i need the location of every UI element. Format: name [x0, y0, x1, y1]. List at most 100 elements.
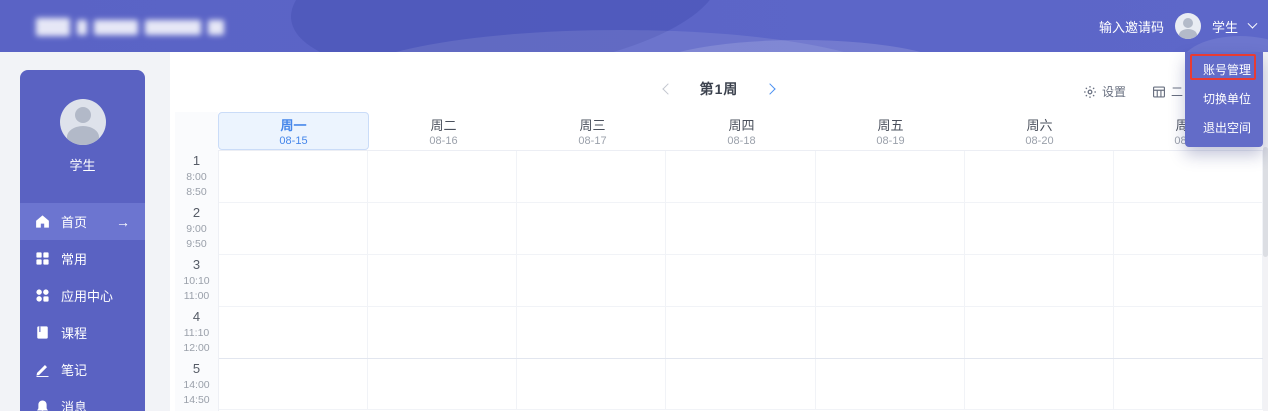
- period-label: 1 8:00 8:50: [175, 150, 218, 202]
- sidebar-item-common[interactable]: 常用: [20, 240, 145, 277]
- settings-label: 设置: [1102, 85, 1127, 99]
- sidebar-item-app-center[interactable]: 应用中心: [20, 277, 145, 314]
- day-header-monday[interactable]: 周一 08-15: [218, 112, 369, 150]
- top-bar: 输入邀请码 学生: [0, 0, 1268, 52]
- settings-button[interactable]: 设置: [1083, 83, 1126, 100]
- schedule-cell: [1114, 203, 1263, 254]
- topbar-right-group: 输入邀请码 学生: [1099, 0, 1258, 52]
- schedule-cell: [666, 255, 816, 306]
- day-name: 周五: [877, 118, 904, 133]
- schedule-cell: [219, 203, 369, 254]
- avatar-person-icon: [74, 107, 91, 123]
- period-label: 5 14:00 14:50: [175, 358, 218, 410]
- period-end: 9:50: [186, 237, 207, 250]
- day-header-tuesday[interactable]: 周二 08-16: [369, 112, 518, 150]
- schedule-cell: [965, 359, 1114, 409]
- schedule-cell: [219, 151, 369, 202]
- schedule-cell: [666, 359, 816, 409]
- arrow-right-icon: →: [116, 213, 130, 230]
- user-dropdown-menu: 账号管理 切换单位 退出空间: [1185, 52, 1263, 147]
- schedule-panel: 第1周 设置 二 周一 08-15 周二 08-16 周三 08-17 周四 0…: [170, 52, 1268, 411]
- schedule-cell: [816, 359, 965, 409]
- username-label[interactable]: 学生: [1212, 17, 1238, 36]
- period-label: 4 11:10 12:00: [175, 306, 218, 358]
- schedule-cell: [1114, 359, 1263, 409]
- schedule-cell: [816, 307, 965, 358]
- period-number: 2: [192, 205, 201, 221]
- schedule-cell: [666, 307, 816, 358]
- day-name: 周六: [1026, 118, 1053, 133]
- schedule-cell: [816, 203, 965, 254]
- day-header-thursday[interactable]: 周四 08-18: [667, 112, 816, 150]
- schedule-cell: [1114, 151, 1263, 202]
- day-header-saturday[interactable]: 周六 08-20: [965, 112, 1114, 150]
- schedule-cell: [517, 359, 667, 409]
- chevron-down-icon[interactable]: [1247, 18, 1258, 29]
- sidebar: 学生 首页 → 常用 应用中心 课程 笔记 消息: [20, 70, 145, 411]
- scrollbar[interactable]: [1263, 52, 1268, 411]
- gear-icon: [1084, 85, 1096, 98]
- sidebar-item-courses[interactable]: 课程: [20, 314, 145, 351]
- schedule-cell: [219, 307, 369, 358]
- day-name: 周二: [430, 118, 457, 133]
- sidebar-item-label: 消息: [61, 400, 88, 411]
- menu-item-account-management[interactable]: 账号管理: [1185, 56, 1263, 85]
- schedule-cell: [517, 307, 667, 358]
- user-avatar[interactable]: [1174, 13, 1201, 39]
- pen-icon: [36, 365, 49, 377]
- secondary-view-button[interactable]: 二: [1152, 83, 1183, 100]
- day-name: 周三: [579, 118, 606, 133]
- invite-code-button[interactable]: 输入邀请码: [1099, 17, 1164, 36]
- schedule-cell: [666, 203, 816, 254]
- schedule-cell: [517, 151, 667, 202]
- sidebar-item-label: 笔记: [61, 363, 88, 378]
- period-number: 4: [192, 309, 201, 325]
- schedule-cell: [517, 203, 667, 254]
- sidebar-item-label: 应用中心: [61, 289, 114, 304]
- schedule-cell: [368, 307, 518, 358]
- sidebar-item-notes[interactable]: 笔记: [20, 351, 145, 388]
- period-end: 12:00: [183, 341, 210, 354]
- day-date: 08-19: [876, 135, 905, 147]
- schedule-row: [219, 358, 1263, 410]
- sidebar-item-label: 首页: [61, 215, 88, 230]
- avatar-person-icon: [1182, 18, 1193, 28]
- day-name: 周四: [728, 118, 755, 133]
- menu-item-switch-unit[interactable]: 切换单位: [1185, 85, 1263, 114]
- schedule-grid: [218, 150, 1263, 411]
- period-start: 9:00: [186, 223, 207, 236]
- profile-username: 学生: [69, 158, 96, 173]
- day-header-row: 周一 08-15 周二 08-16 周三 08-17 周四 08-18 周五 0…: [218, 112, 1263, 150]
- table-view-icon: [1153, 86, 1165, 97]
- sidebar-item-home[interactable]: 首页 →: [20, 203, 145, 240]
- day-date: 08-18: [727, 135, 756, 147]
- period-start: 11:10: [183, 327, 210, 340]
- time-gutter: 1 8:00 8:50 2 9:00 9:50 3 10:10 11:00 4 …: [175, 150, 218, 410]
- period-start: 14:00: [183, 379, 210, 392]
- schedule-cell: [368, 203, 518, 254]
- avatar-person-icon: [1178, 29, 1197, 39]
- schedule-cell: [666, 151, 816, 202]
- day-header-friday[interactable]: 周五 08-19: [816, 112, 965, 150]
- day-header-wednesday[interactable]: 周三 08-17: [518, 112, 667, 150]
- schedule-cell: [816, 255, 965, 306]
- period-end: 8:50: [186, 185, 207, 198]
- schedule-cell: [368, 255, 518, 306]
- app-logo-redacted: [36, 17, 224, 37]
- day-date: 08-15: [279, 135, 308, 147]
- sidebar-item-label: 常用: [61, 252, 88, 267]
- period-number: 3: [192, 257, 201, 273]
- next-week-button[interactable]: [764, 83, 777, 95]
- secondary-view-label: 二: [1171, 85, 1184, 99]
- schedule-row: [219, 307, 1263, 359]
- home-icon: [36, 215, 49, 228]
- menu-item-exit-space[interactable]: 退出空间: [1185, 114, 1263, 143]
- day-date: 08-17: [578, 135, 607, 147]
- scrollbar-thumb[interactable]: [1263, 147, 1268, 257]
- previous-week-button[interactable]: [661, 83, 674, 95]
- schedule-cell: [1114, 307, 1263, 358]
- sidebar-item-messages[interactable]: 消息: [20, 388, 145, 411]
- period-label: 2 9:00 9:50: [175, 202, 218, 254]
- period-end: 14:50: [183, 393, 210, 406]
- schedule-cell: [965, 255, 1114, 306]
